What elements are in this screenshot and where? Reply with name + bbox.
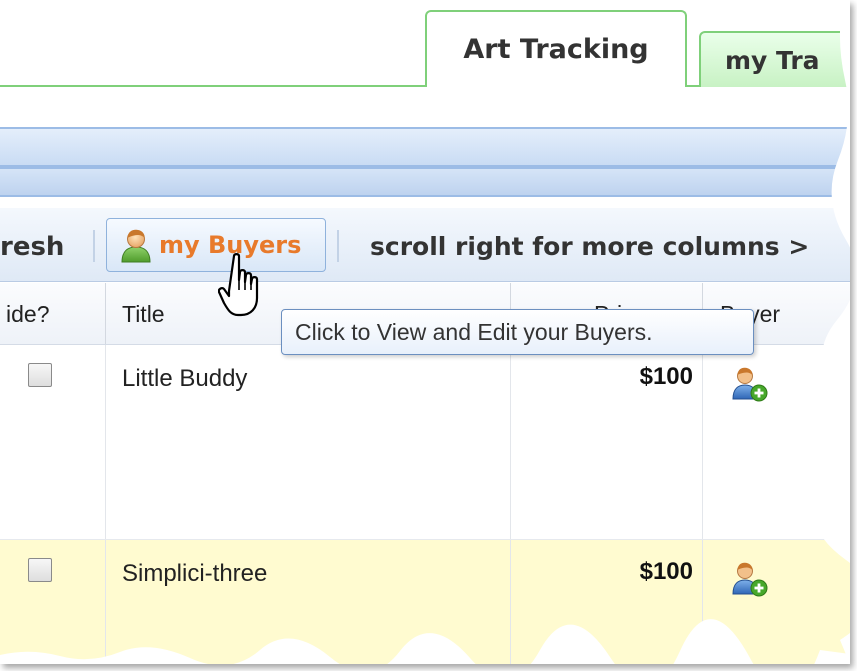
tab-my-tracking-label: my Tra: [725, 45, 820, 75]
column-separator: [510, 540, 511, 664]
hide-checkbox[interactable]: [28, 558, 52, 582]
table-row[interactable]: Simplici-three $100: [0, 540, 850, 664]
column-header-title[interactable]: Title: [122, 301, 165, 328]
tab-strip: Art Tracking my Tra: [0, 0, 850, 88]
hide-checkbox[interactable]: [28, 363, 52, 387]
panel-header: [0, 127, 850, 167]
panel-subheader: [0, 167, 850, 197]
toolbar-separator: [337, 230, 339, 262]
tab-art-tracking[interactable]: Art Tracking: [425, 10, 687, 87]
row-title: Simplici-three: [122, 560, 268, 587]
add-user-icon[interactable]: [730, 558, 772, 600]
add-user-icon[interactable]: [730, 363, 772, 405]
user-icon: [117, 226, 155, 264]
column-header-hide[interactable]: ide?: [6, 301, 49, 328]
refresh-button[interactable]: resh: [0, 232, 64, 262]
table-row[interactable]: Little Buddy $100: [0, 345, 850, 540]
column-separator: [105, 540, 106, 664]
panel-header-bands: [0, 110, 850, 210]
toolbar: resh my Buyers scroll right for more col…: [0, 208, 850, 282]
row-title: Little Buddy: [122, 365, 248, 392]
toolbar-separator: [93, 230, 95, 262]
grid-body: Little Buddy $100 Simplici-three $100: [0, 345, 850, 664]
buyers-tooltip: Click to View and Edit your Buyers.: [281, 309, 754, 355]
column-separator: [105, 345, 106, 539]
row-price: $100: [639, 363, 693, 390]
scroll-hint: scroll right for more columns >: [370, 232, 810, 261]
row-price: $100: [639, 558, 693, 585]
tab-my-tracking[interactable]: my Tra: [699, 31, 850, 87]
my-buyers-button[interactable]: my Buyers: [106, 218, 326, 272]
hand-cursor-icon: [217, 252, 270, 320]
column-separator: [105, 283, 106, 344]
column-separator: [702, 540, 703, 664]
column-separator: [510, 345, 511, 539]
tab-art-tracking-label: Art Tracking: [463, 34, 649, 65]
screenshot-frame: Art Tracking my Tra resh my Buyers scrol…: [0, 0, 850, 664]
column-separator: [702, 345, 703, 539]
